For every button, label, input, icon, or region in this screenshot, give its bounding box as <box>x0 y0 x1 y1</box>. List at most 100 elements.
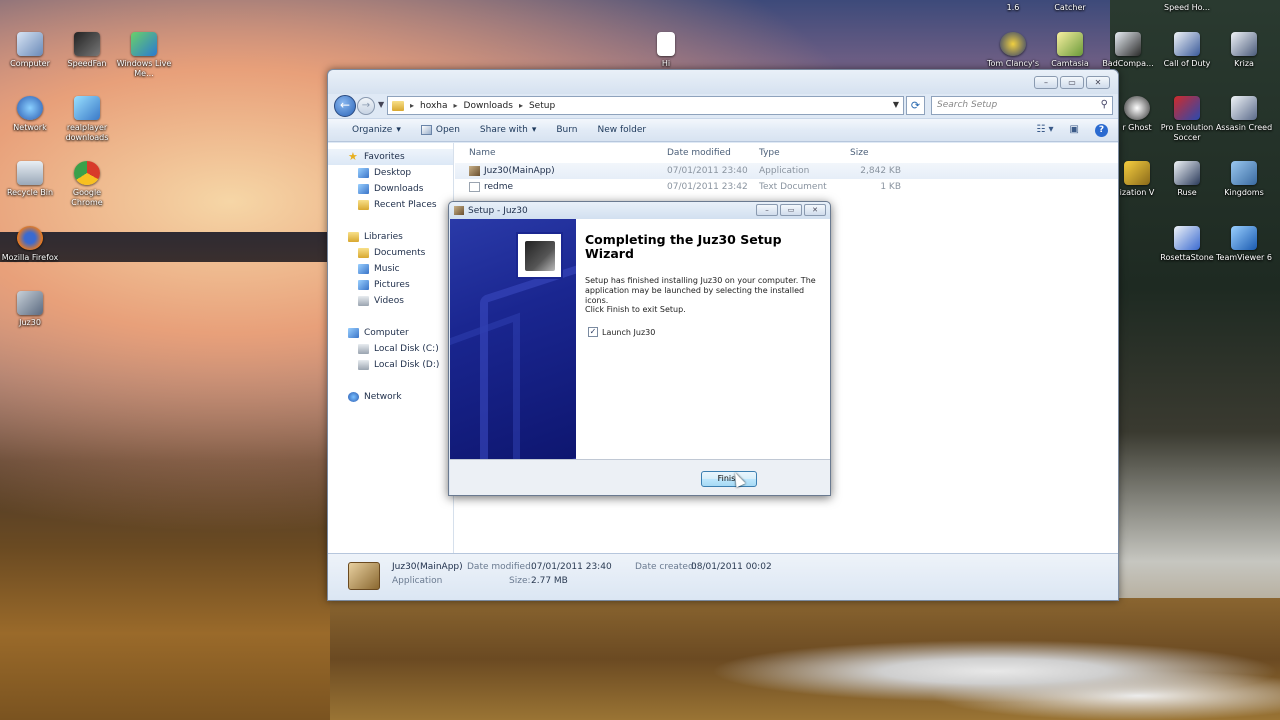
back-button[interactable]: ← <box>334 95 356 117</box>
nav-downloads[interactable]: Downloads <box>328 181 453 197</box>
game-icon <box>1231 96 1257 120</box>
breadcrumb-item[interactable]: hoxha <box>420 101 447 111</box>
desktop-icon-kingdoms[interactable]: Kingdoms <box>1214 161 1274 198</box>
desktop-icon-label: Camtasia <box>1051 59 1089 68</box>
game-icon <box>1000 32 1026 56</box>
nav-favorites[interactable]: ★ Favorites <box>328 149 453 165</box>
nav-documents[interactable]: Documents <box>328 245 453 261</box>
desktop-icon-windows-live[interactable]: Windows Live Me... <box>114 32 174 79</box>
file-name-cell: redme <box>469 182 513 192</box>
command-bar: Organize ▾ Open Share with ▾ Burn New fold… <box>328 118 1118 142</box>
address-bar[interactable]: ▸ hoxha ▸ Downloads ▸ Setup ▼ <box>387 96 904 115</box>
desktop-icon-juz30[interactable]: Juz30 <box>0 291 60 328</box>
desktop-icon-assasin-creed[interactable]: Assasin Creed <box>1214 96 1274 133</box>
burn-button[interactable]: Burn <box>546 125 587 135</box>
share-with-button[interactable]: Share with ▾ <box>470 125 546 135</box>
desktop-icon-network[interactable]: Network <box>0 96 60 133</box>
desktop-icon-label: Recycle Bin <box>6 188 54 197</box>
desktop-icon-call-of-duty[interactable]: Call of Duty <box>1157 32 1217 69</box>
launch-checkbox[interactable]: ✓ <box>588 327 598 337</box>
column-header-size[interactable]: Size <box>850 148 868 158</box>
nav-music[interactable]: Music <box>328 261 453 277</box>
open-icon <box>420 125 432 135</box>
column-header-date[interactable]: Date modified <box>667 148 731 158</box>
desktop-icon-chrome[interactable]: Google Chrome <box>57 161 117 208</box>
maximize-button[interactable]: ▭ <box>1060 76 1084 89</box>
forward-button[interactable]: → <box>357 97 375 115</box>
minimize-button[interactable]: – <box>756 204 778 216</box>
nav-libraries[interactable]: Libraries <box>328 229 453 245</box>
file-size: 2,842 KB <box>860 166 901 176</box>
new-folder-button[interactable]: New folder <box>588 125 657 135</box>
organize-button[interactable]: Organize ▾ <box>342 125 411 135</box>
computer-icon <box>17 32 43 56</box>
nav-network[interactable]: Network <box>328 389 453 405</box>
desktop-icon-ghost[interactable]: r Ghost <box>1112 96 1162 133</box>
recent-pages-dropdown[interactable]: ▼ <box>378 100 384 109</box>
desktop-icon-camtasia[interactable]: Camtasia <box>1040 32 1100 69</box>
launch-checkbox-row[interactable]: ✓ Launch Juz30 <box>588 327 655 337</box>
desktop-icon-rosettastone[interactable]: RosettaStone <box>1157 226 1217 263</box>
downloads-icon <box>358 184 369 194</box>
preview-pane-icon[interactable]: ▣ <box>1070 124 1079 137</box>
desktop-icon-label: r Ghost <box>1122 123 1152 132</box>
setup-footer: Finish <box>450 459 830 495</box>
finish-button[interactable]: Finish <box>701 471 757 487</box>
file-name: Juz30(MainApp) <box>484 166 555 176</box>
desktop-icon-civilization[interactable]: ization V <box>1112 161 1162 198</box>
desktop-icon-teamviewer[interactable]: TeamViewer 6 <box>1214 226 1274 263</box>
desktop-icon-hi[interactable]: Hi <box>636 32 696 69</box>
open-button[interactable]: Open <box>411 125 470 135</box>
column-header-type[interactable]: Type <box>759 148 780 158</box>
breadcrumb-item[interactable]: Downloads <box>464 101 513 111</box>
desktop-icon-badcompany[interactable]: BadCompa... <box>1098 32 1158 69</box>
nav-label: Documents <box>374 248 426 258</box>
juz30-icon <box>17 291 43 315</box>
file-date: 07/01/2011 23:40 <box>667 166 748 176</box>
desktop-icon-kriza[interactable]: Kriza <box>1214 32 1274 69</box>
minimize-button[interactable]: – <box>1034 76 1058 89</box>
desktop-icon-firefox[interactable]: Mozilla Firefox <box>0 226 60 263</box>
desktop-icon-catcher[interactable]: Catcher <box>1040 3 1100 13</box>
windows-live-icon <box>131 32 157 56</box>
close-button[interactable]: ✕ <box>1086 76 1110 89</box>
launch-checkbox-label: Launch Juz30 <box>602 327 656 337</box>
nav-computer[interactable]: Computer <box>328 325 453 341</box>
desktop-icon-label: Assasin Creed <box>1215 123 1273 132</box>
desktop-icon-speed-ho[interactable]: Speed Ho... <box>1157 3 1217 13</box>
file-row[interactable]: redme 07/01/2011 23:42 Text Document 1 K… <box>455 179 1118 195</box>
close-button[interactable]: ✕ <box>804 204 826 216</box>
desktop-icon-recycle-bin[interactable]: Recycle Bin <box>0 161 60 198</box>
nav-pictures[interactable]: Pictures <box>328 277 453 293</box>
breadcrumb-item[interactable]: Setup <box>529 101 555 111</box>
desktop-icon-tom-clancys[interactable]: Tom Clancy's <box>983 32 1043 69</box>
desktop-icon-16[interactable]: 1.6 <box>983 3 1043 13</box>
nav-recent-places[interactable]: Recent Places <box>328 197 453 213</box>
nav-local-disk-d[interactable]: Local Disk (D:) <box>328 357 453 373</box>
maximize-button[interactable]: ▭ <box>780 204 802 216</box>
nav-local-disk-c[interactable]: Local Disk (C:) <box>328 341 453 357</box>
view-controls: ☷ ▾ ▣ ? <box>1036 124 1108 137</box>
nav-videos[interactable]: Videos <box>328 293 453 309</box>
nav-desktop[interactable]: Desktop <box>328 165 453 181</box>
text-file-icon <box>657 32 675 56</box>
rosetta-icon <box>1174 226 1200 250</box>
column-header-name[interactable]: Name <box>469 148 496 158</box>
setup-titlebar[interactable]: Setup - Juz30 – ▭ ✕ <box>449 202 830 219</box>
view-options-icon[interactable]: ☷ ▾ <box>1036 124 1053 137</box>
refresh-button[interactable]: ⟳ <box>906 96 925 115</box>
nav-label: Downloads <box>374 184 424 194</box>
help-icon[interactable]: ? <box>1095 124 1108 137</box>
search-input[interactable]: Search Setup ⚲ <box>931 96 1113 115</box>
desktop-icon-ruse[interactable]: Ruse <box>1157 161 1217 198</box>
details-date-modified: 07/01/2011 23:40 <box>531 562 612 572</box>
desktop-icon-realplayer[interactable]: realplayer downloads <box>57 96 117 143</box>
chevron-down-icon[interactable]: ▼ <box>893 100 899 109</box>
desktop-icon-pes[interactable]: Pro Evolution Soccer <box>1157 96 1217 143</box>
game-icon <box>1174 96 1200 120</box>
desktop-icon-speedfan[interactable]: SpeedFan <box>57 32 117 69</box>
game-icon <box>1231 161 1257 185</box>
desktop-icon-computer[interactable]: Computer <box>0 32 60 69</box>
file-row[interactable]: Juz30(MainApp) 07/01/2011 23:40 Applicat… <box>455 163 1118 179</box>
explorer-titlebar[interactable]: – ▭ ✕ <box>328 70 1118 94</box>
